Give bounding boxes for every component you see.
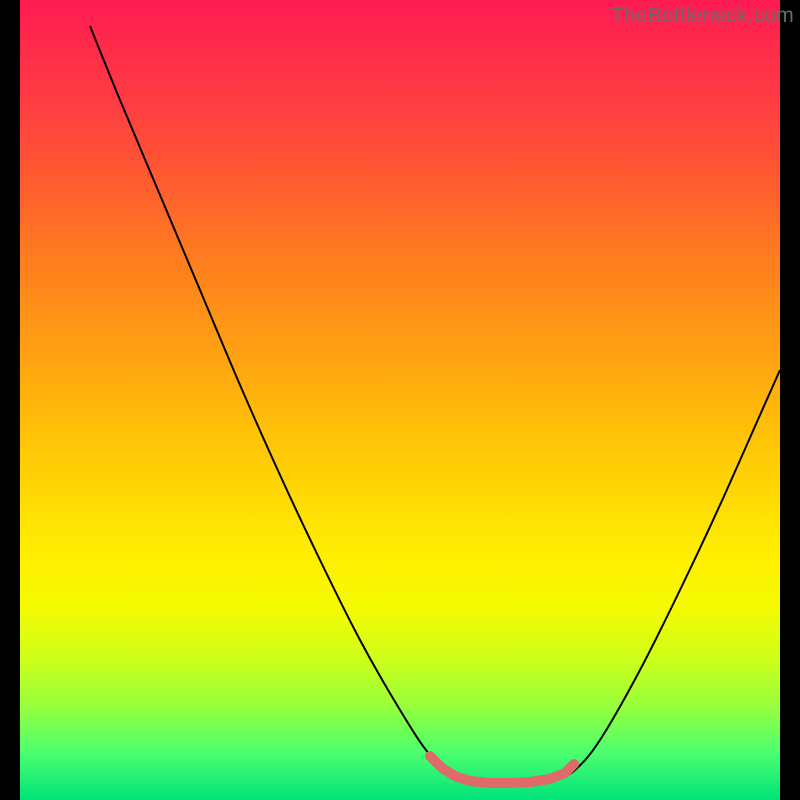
- watermark-text: TheBottleneck.com: [611, 4, 794, 28]
- plot-area: [20, 0, 780, 800]
- chart-stage: TheBottleneck.com: [0, 0, 800, 800]
